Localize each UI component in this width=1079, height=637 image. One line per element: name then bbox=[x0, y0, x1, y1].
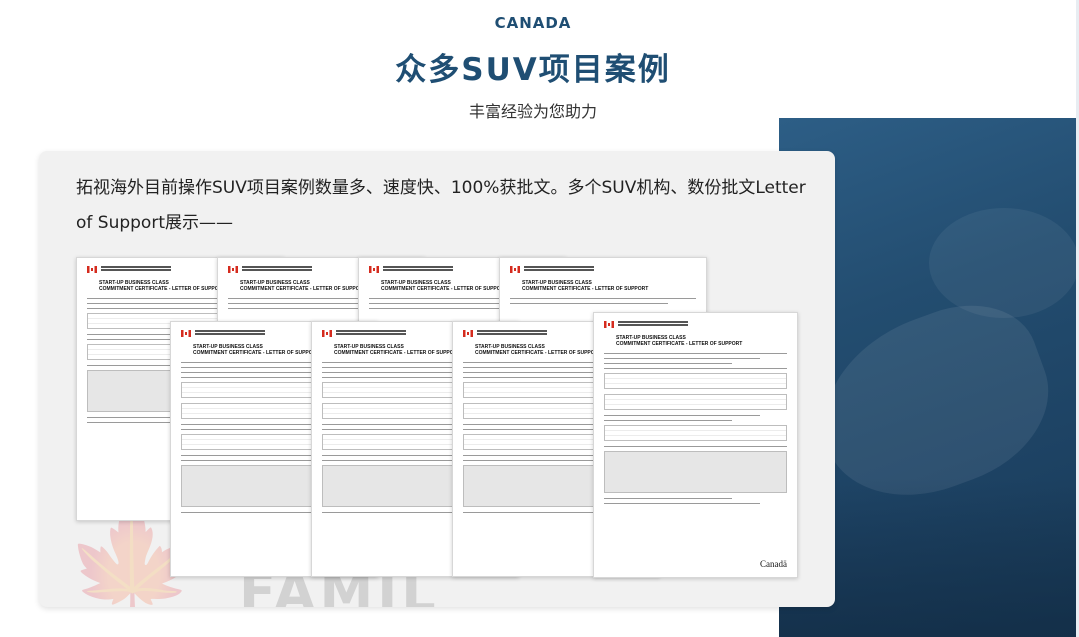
section-title: 众多SUV项目案例 bbox=[395, 52, 671, 88]
support-letter-8: START-UP BUSINESS CLASS COMMITMENT CERTIF… bbox=[593, 312, 798, 578]
case-card: 拓视海外目前操作SUV项目案例数量多、速度快、100%获批文。多个SUV机构、数… bbox=[39, 151, 835, 607]
maple-leaf-watermark-icon: 🍁 bbox=[64, 501, 201, 607]
case-description: 拓视海外目前操作SUV项目案例数量多、速度快、100%获批文。多个SUV机构、数… bbox=[76, 178, 806, 233]
canada-wordmark: Canadä bbox=[760, 559, 787, 569]
photo-highlight bbox=[929, 208, 1076, 318]
section-kicker: CANADA bbox=[494, 14, 572, 32]
